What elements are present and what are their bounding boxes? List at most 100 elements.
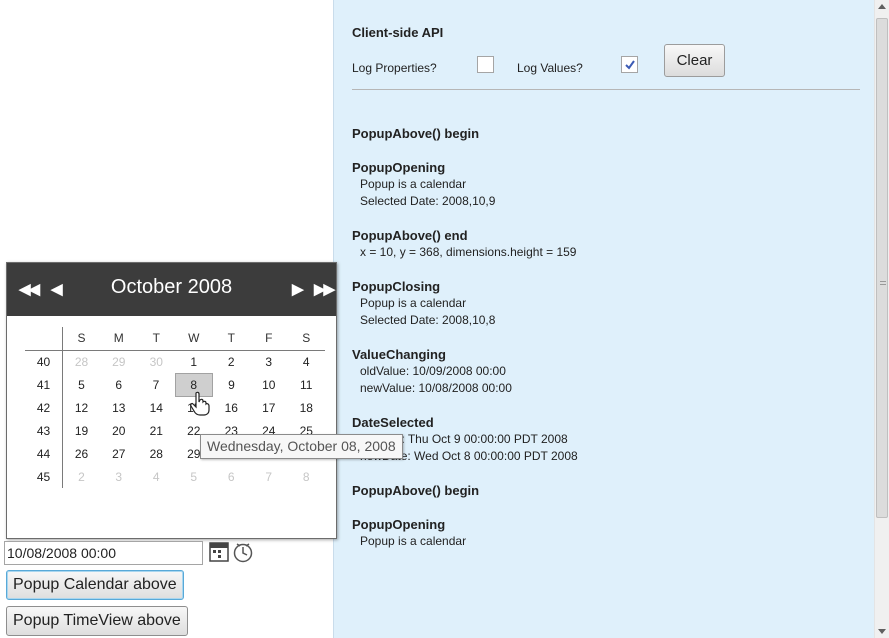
calendar-day[interactable]: 18: [288, 396, 326, 419]
log-entry: PopupAbove() begin: [352, 482, 860, 499]
log-heading: Client-side API: [352, 25, 444, 40]
calendar-day[interactable]: 3: [250, 350, 288, 373]
log-properties-label: Log Properties?: [352, 61, 437, 75]
log-entry: PopupClosing Popup is a calendar Selected …: [352, 278, 860, 329]
calendar-week-row: 41 5 6 7 8 9 10 11: [25, 372, 326, 397]
calendar-day[interactable]: 10: [250, 373, 288, 396]
log-entry-line: x = 10, y = 368, dimensions.height = 159: [360, 245, 577, 259]
log-properties-checkbox[interactable]: [477, 56, 494, 73]
weekday-header: S: [62, 327, 100, 351]
next-month-icon[interactable]: ▶: [292, 280, 303, 298]
log-entry-title: PopupAbove() end: [352, 228, 468, 243]
calendar-day[interactable]: 19: [63, 419, 101, 442]
calendar-day[interactable]: 28: [63, 350, 101, 373]
log-values-checkbox[interactable]: [621, 56, 638, 73]
scroll-up-arrow-icon[interactable]: [878, 4, 886, 9]
calendar-day[interactable]: 28: [138, 442, 176, 465]
clock-icon[interactable]: [232, 542, 254, 564]
log-entry-title: ValueChanging: [352, 347, 446, 362]
calendar-header: ◀◀ ◀ October 2008 ▶ ▶▶: [7, 263, 336, 316]
calendar-day[interactable]: 30: [138, 350, 176, 373]
week-number: 45: [25, 465, 63, 488]
calendar-day[interactable]: 1: [175, 350, 213, 373]
calendar-day[interactable]: 2: [213, 350, 251, 373]
log-entry: PopupAbove() end x = 10, y = 368, dimensi…: [352, 227, 860, 261]
log-entry-title: DateSelected: [352, 415, 434, 430]
log-entry-line: Popup is a calendar: [360, 177, 467, 191]
scroll-thumb[interactable]: [876, 18, 888, 518]
calendar-day[interactable]: 3: [100, 465, 138, 488]
calendar-day[interactable]: 7: [250, 465, 288, 488]
calendar-day[interactable]: 5: [63, 373, 101, 396]
calendar-day[interactable]: 27: [100, 442, 138, 465]
weekday-header: W: [175, 327, 213, 351]
next-year-icon[interactable]: ▶▶: [314, 280, 335, 298]
calendar-day[interactable]: 16: [213, 396, 251, 419]
log-entry-line: Popup is a calendar: [360, 296, 467, 310]
weekday-header: F: [250, 327, 288, 351]
week-number: 43: [25, 419, 63, 442]
calendar-day[interactable]: 7: [138, 373, 176, 396]
calendar-day[interactable]: 11: [288, 373, 326, 396]
calendar-day[interactable]: 6: [100, 373, 138, 396]
popup-timeview-above-button[interactable]: Popup TimeView above: [6, 606, 188, 636]
calendar-day[interactable]: 12: [63, 396, 101, 419]
log-entry: PopupOpening Popup is a calendar Selected …: [352, 159, 860, 210]
calendar-icon[interactable]: [209, 541, 229, 562]
week-number-header: [25, 327, 63, 351]
date-tooltip: Wednesday, October 08, 2008: [200, 434, 403, 459]
log-entry-line: oldDate: Thu Oct 9 00:00:00 PDT 2008: [360, 432, 568, 446]
client-api-log-panel: Client-side API Log Properties? Log Valu…: [333, 0, 874, 638]
log-entry-title: PopupClosing: [352, 279, 441, 294]
log-entry-title: PopupOpening: [352, 160, 446, 175]
log-values-label: Log Values?: [517, 61, 583, 75]
log-entry-title: PopupAbove() begin: [352, 126, 480, 141]
week-number: 41: [25, 373, 63, 396]
weekday-header: T: [137, 327, 175, 351]
date-input[interactable]: [4, 541, 203, 565]
calendar-day[interactable]: 9: [213, 373, 251, 396]
log-entry: PopupAbove() begin: [352, 125, 860, 142]
weekday-header: S: [287, 327, 325, 351]
calendar-day[interactable]: 6: [213, 465, 251, 488]
calendar-day[interactable]: 5: [175, 465, 213, 488]
week-number: 42: [25, 396, 63, 419]
scroll-down-arrow-icon[interactable]: [878, 629, 886, 634]
week-number: 44: [25, 442, 63, 465]
calendar-week-row: 40 28 29 30 1 2 3 4: [25, 350, 325, 373]
log-entry-line: Selected Date: 2008,10,9: [360, 194, 496, 208]
log-entry: DateSelected oldDate: Thu Oct 9 00:00:00 …: [352, 414, 860, 465]
calendar-popup: ◀◀ ◀ October 2008 ▶ ▶▶ SMTWTFS 40 28 29 30 1…: [6, 262, 337, 539]
calendar-day[interactable]: 2: [63, 465, 101, 488]
calendar-day[interactable]: 4: [138, 465, 176, 488]
scroll-grip-icon: [880, 281, 886, 285]
calendar-week-row: 4212131415161718: [25, 396, 325, 419]
hand-cursor-icon: [190, 391, 210, 416]
calendar-day[interactable]: 20: [100, 419, 138, 442]
calendar-month-title: October 2008: [110, 276, 233, 298]
calendar-body: 4028293012344156789101142121314151617184…: [25, 350, 325, 488]
log-divider: [352, 89, 860, 90]
clear-button[interactable]: Clear: [664, 44, 725, 77]
calendar-day[interactable]: 13: [100, 396, 138, 419]
calendar-day[interactable]: 4: [288, 350, 326, 373]
checkmark-icon: [624, 59, 635, 70]
calendar-day[interactable]: 8: [288, 465, 326, 488]
calendar-day[interactable]: 21: [138, 419, 176, 442]
calendar-day[interactable]: 17: [250, 396, 288, 419]
log-entry-line: oldValue: 10/09/2008 00:00: [360, 364, 506, 378]
calendar-week-row: 45 2 3 4 5 6 7 8: [25, 465, 325, 488]
log-list: PopupAbove() begin PopupOpening Popup is a…: [352, 125, 860, 567]
calendar-day[interactable]: 26: [63, 442, 101, 465]
log-scrollbar[interactable]: [874, 0, 889, 638]
log-entry: ValueChanging oldValue: 10/09/2008 00:00 n…: [352, 346, 860, 397]
log-entry-title: PopupAbove() begin: [352, 483, 480, 498]
log-entry-line: newValue: 10/08/2008 00:00: [360, 381, 512, 395]
calendar-day[interactable]: 29: [100, 350, 138, 373]
calendar-day[interactable]: 14: [138, 396, 176, 419]
log-entry-line: newDate: Wed Oct 8 00:00:00 PDT 2008: [360, 449, 578, 463]
log-entry: PopupOpening Popup is a calendar: [352, 516, 860, 550]
weekday-header: T: [212, 327, 250, 351]
log-entry-line: Selected Date: 2008,10,8: [360, 313, 496, 327]
popup-calendar-above-button[interactable]: Popup Calendar above: [6, 570, 184, 600]
